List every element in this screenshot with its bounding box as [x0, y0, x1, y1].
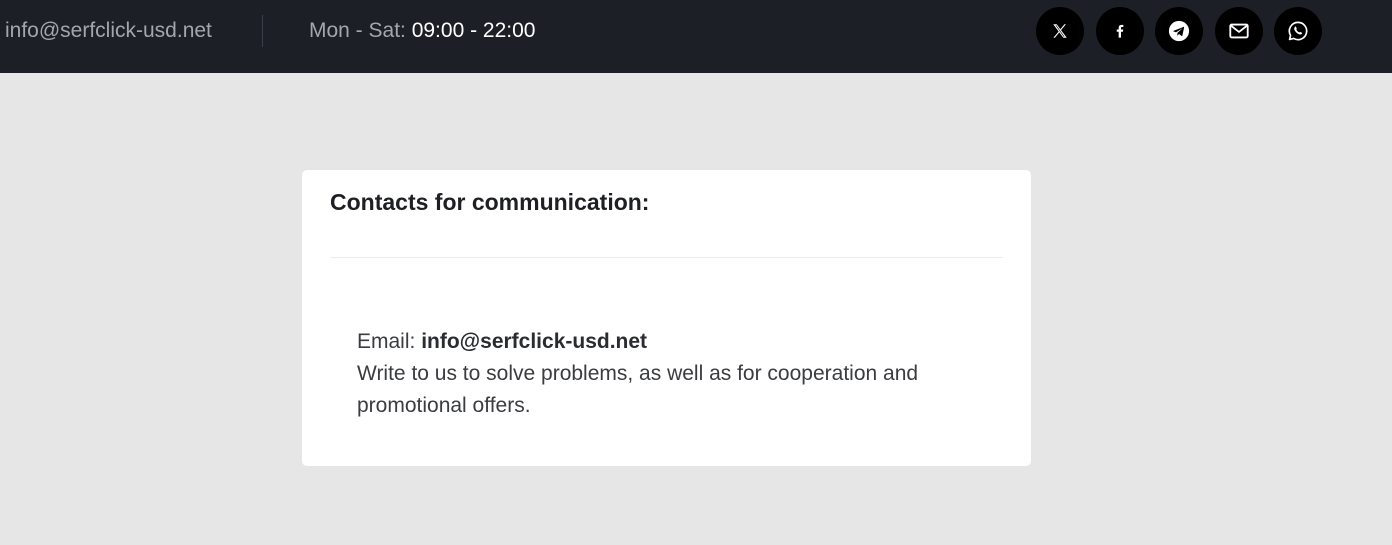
header-divider [262, 15, 263, 47]
card-divider [330, 257, 1003, 258]
facebook-social-button[interactable] [1096, 7, 1144, 55]
mail-social-button[interactable] [1215, 7, 1263, 55]
telegram-icon [1168, 20, 1190, 42]
x-social-button[interactable] [1036, 7, 1084, 55]
whatsapp-icon [1288, 21, 1308, 41]
whatsapp-social-button[interactable] [1274, 7, 1322, 55]
contacts-card: Contacts for communication: Email: info@… [302, 170, 1031, 466]
working-hours: Mon - Sat: 09:00 - 22:00 [309, 18, 535, 44]
contacts-heading: Contacts for communication: [330, 189, 650, 215]
contact-email-line: Email: info@serfclick-usd.net [357, 326, 977, 358]
header-email-link[interactable]: info@serfclick-usd.net [5, 18, 212, 44]
contacts-body: Email: info@serfclick-usd.net Write to u… [357, 326, 977, 422]
working-hours-time: 09:00 - 22:00 [411, 19, 536, 42]
top-bar: info@serfclick-usd.net Mon - Sat: 09:00 … [0, 0, 1392, 73]
contact-email-value[interactable]: info@serfclick-usd.net [421, 330, 647, 353]
contact-description: Write to us to solve problems, as well a… [357, 362, 919, 417]
facebook-icon [1116, 24, 1124, 38]
mail-icon [1229, 23, 1249, 39]
working-hours-label: Mon - Sat: [309, 19, 412, 42]
contact-email-label: Email: [357, 330, 422, 353]
telegram-social-button[interactable] [1155, 7, 1203, 55]
x-icon [1053, 24, 1067, 38]
